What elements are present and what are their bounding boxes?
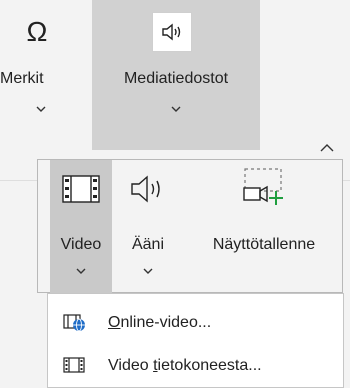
video-from-computer-text-start: Video	[108, 357, 154, 374]
video-dropdown-menu: Online-video... Video tietokoneesta...	[47, 293, 344, 388]
video-button[interactable]: Video	[50, 160, 112, 293]
online-video-text: nline-video...	[120, 314, 212, 331]
screen-recording-icon	[243, 168, 283, 205]
chevron-down-icon	[36, 106, 46, 112]
symbols-group-button[interactable]: Ω Merkit	[0, 0, 90, 150]
video-from-computer-menu-item[interactable]: Video tietokoneesta...	[48, 345, 345, 385]
screen-recording-label: Näyttötallenne	[212, 236, 316, 253]
ribbon: Ω Merkit Mediatiedostot	[0, 0, 350, 180]
chevron-down-icon	[143, 268, 153, 274]
chevron-up-icon	[320, 144, 334, 152]
chevron-down-icon	[76, 268, 86, 274]
speaker-icon	[152, 12, 192, 52]
media-group-button[interactable]: Mediatiedostot	[92, 0, 260, 150]
video-from-computer-text-end: ietokoneesta...	[157, 357, 262, 374]
video-label: Video	[60, 236, 102, 253]
online-video-icon	[63, 314, 85, 332]
online-video-label: Online-video...	[108, 314, 211, 332]
media-dropdown-panel: Video Ääni Näyttötallenne	[37, 159, 343, 293]
online-video-menu-item[interactable]: Online-video...	[48, 302, 345, 342]
symbols-label: Merkit	[0, 70, 44, 87]
screen-recording-button[interactable]: Näyttötallenne	[188, 160, 340, 293]
film-icon	[63, 357, 85, 373]
video-from-computer-label: Video tietokoneesta...	[108, 357, 262, 375]
omega-icon: Ω	[26, 16, 48, 47]
media-label: Mediatiedostot	[123, 70, 229, 87]
chevron-down-icon	[171, 106, 181, 112]
collapse-ribbon-button[interactable]	[313, 140, 341, 156]
speaker-icon	[131, 175, 160, 203]
online-video-accelerator: O	[108, 314, 121, 331]
audio-label: Ääni	[131, 236, 165, 253]
film-icon	[62, 175, 100, 203]
audio-button[interactable]: Ääni	[120, 160, 176, 293]
